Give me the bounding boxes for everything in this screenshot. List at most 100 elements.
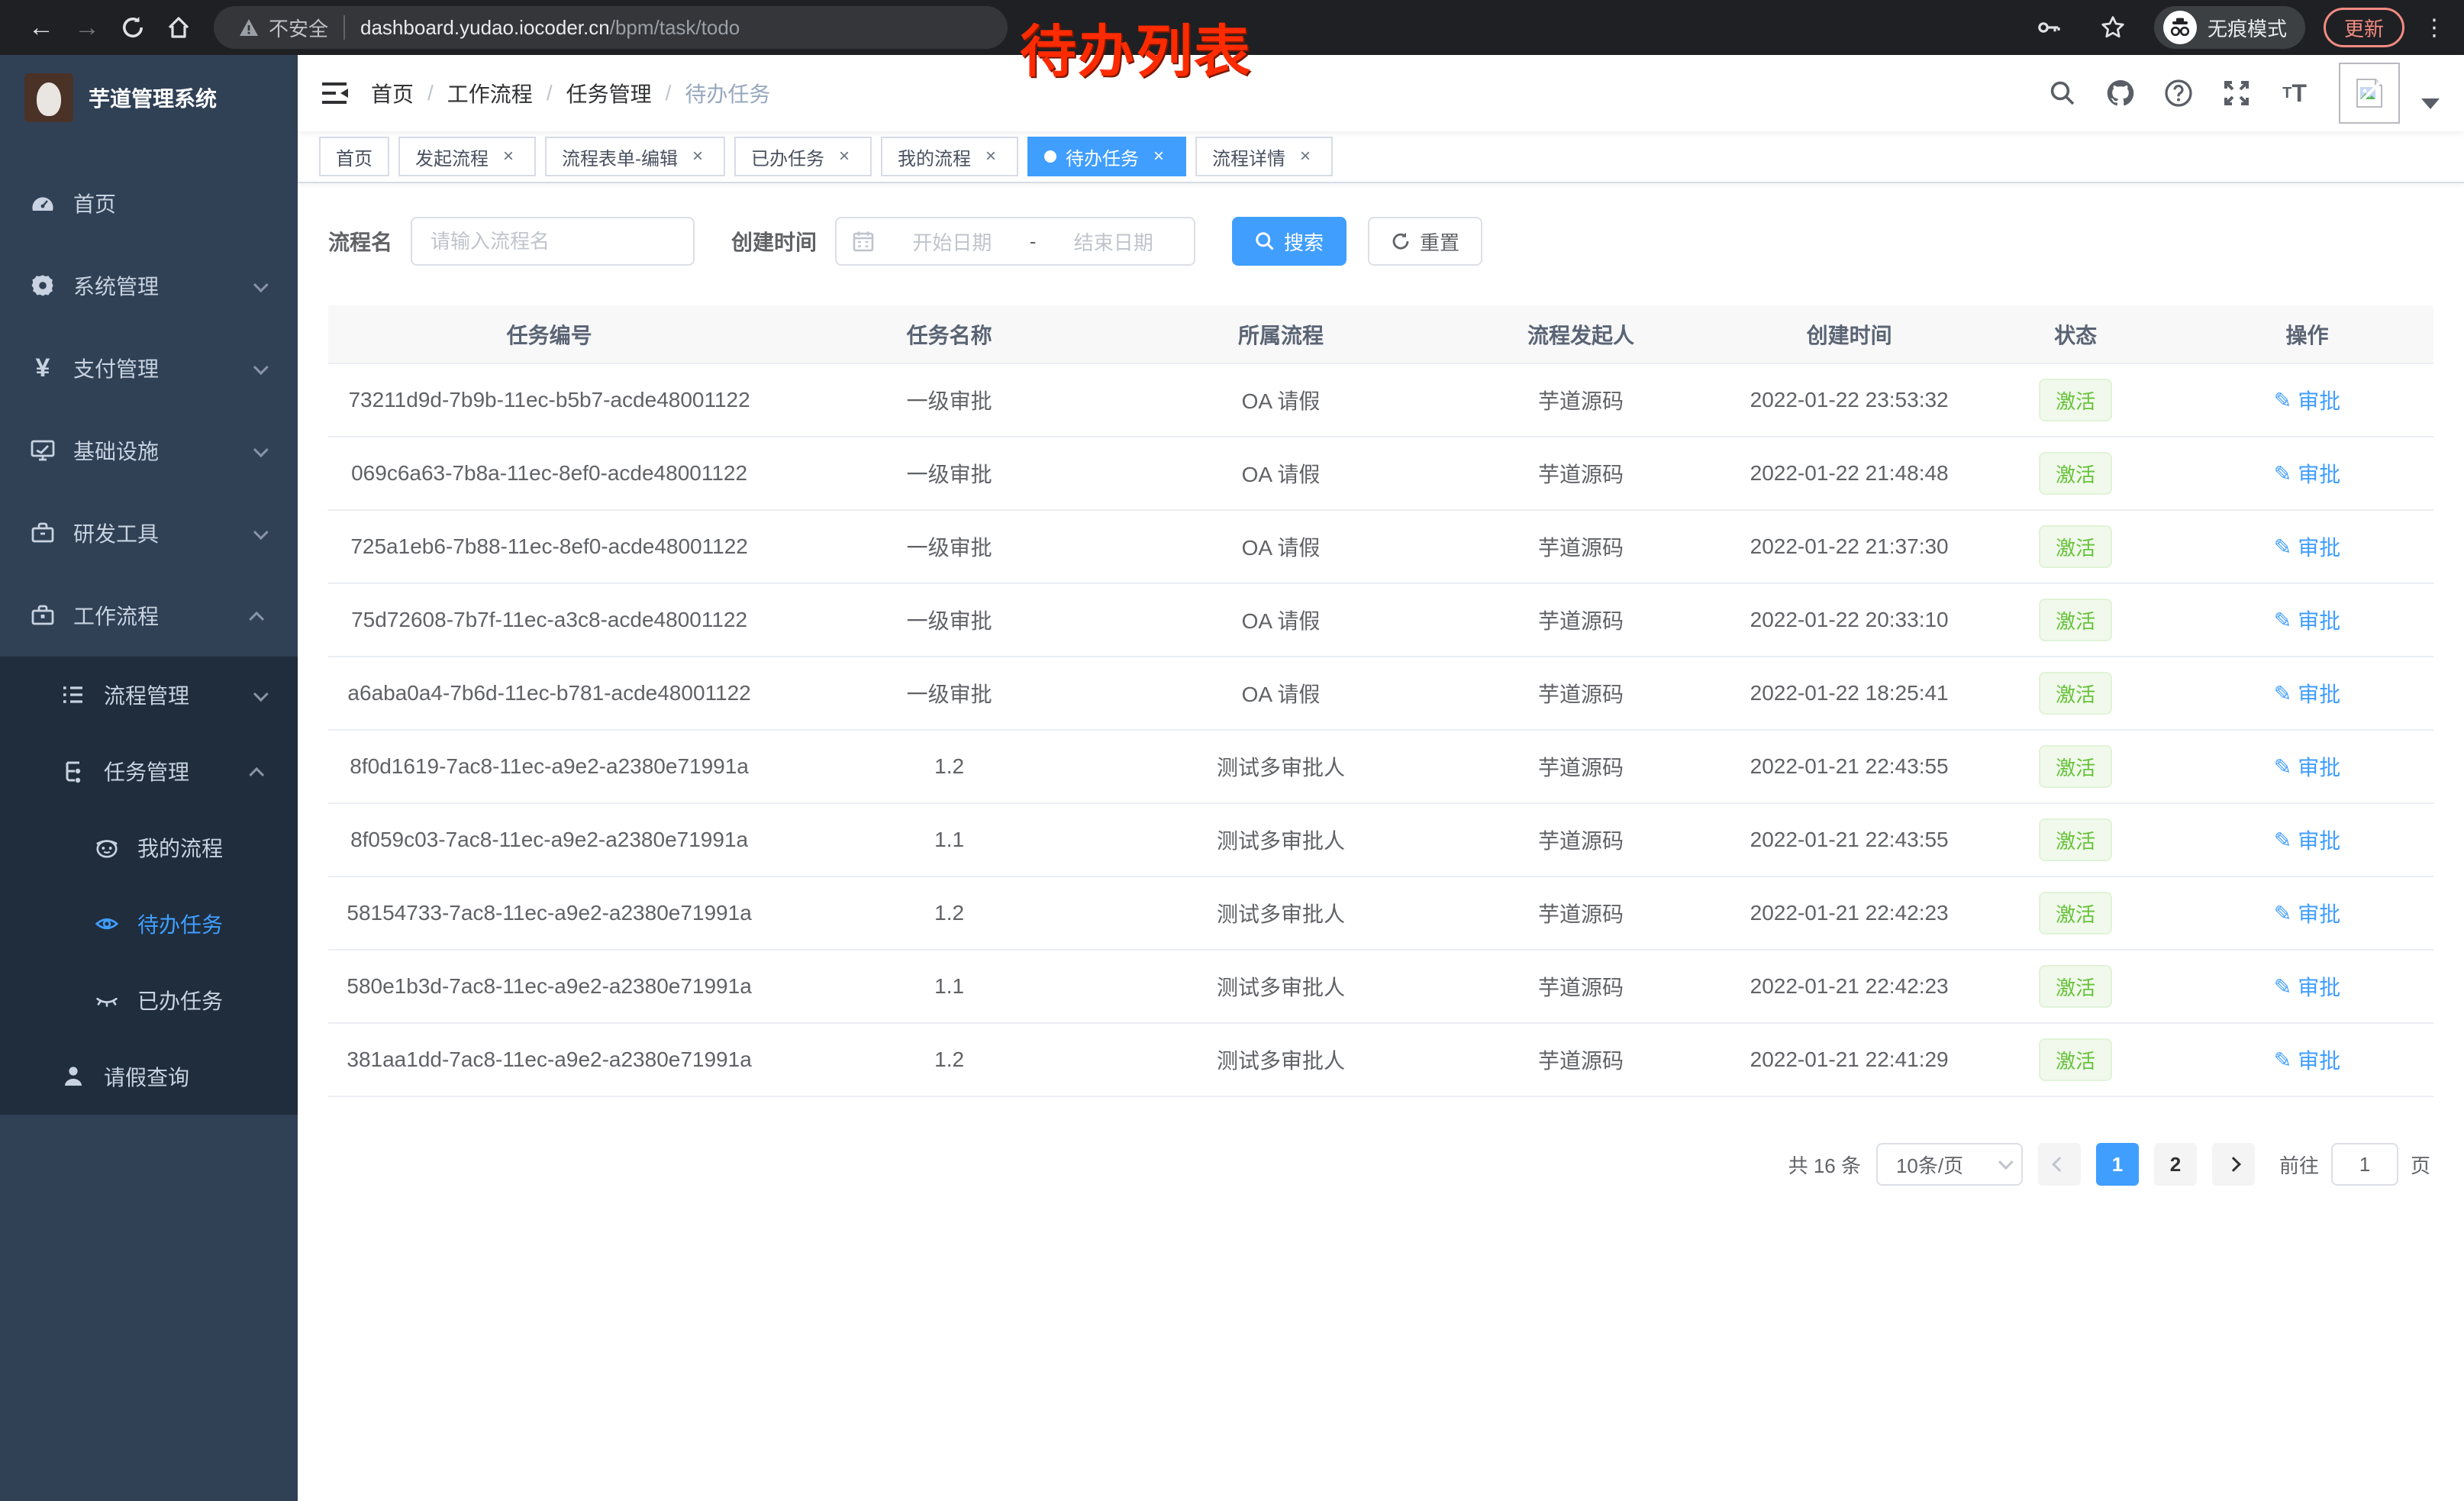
edit-icon: ✎ [2274,681,2291,706]
url-divider [343,15,345,40]
chevron-down-icon [253,360,269,375]
sidebar-item-infra[interactable]: 基础设施 [0,409,298,492]
next-page-button[interactable] [2212,1143,2255,1186]
breadcrumb: 首页 / 工作流程 / 任务管理 / 待办任务 [371,78,770,108]
update-button[interactable]: 更新 [2324,8,2404,47]
sidebar-item-system[interactable]: 系统管理 [0,244,298,327]
approve-link[interactable]: ✎审批 [2274,678,2340,709]
app-logo[interactable]: 芋道管理系统 [0,55,298,140]
breadcrumb-l2[interactable]: 任务管理 [566,78,652,108]
tab-start-process[interactable]: 发起流程× [398,137,536,176]
sidebar-item-devtools[interactable]: 研发工具 [0,492,298,574]
help-icon[interactable] [2153,63,2204,124]
yen-icon: ¥ [31,356,55,380]
toolbox-icon [31,521,55,545]
date-range-picker[interactable]: 开始日期 - 结束日期 [835,217,1195,266]
chevron-down-icon [253,442,269,457]
approve-link[interactable]: ✎审批 [2274,605,2340,635]
address-bar[interactable]: 不安全 dashboard.yudao.iocoder.cn/bpm/task/… [214,6,1008,49]
chevron-down-icon [253,686,269,702]
approve-link[interactable]: ✎审批 [2274,1044,2340,1075]
approve-link[interactable]: ✎审批 [2274,531,2340,562]
table-row: 069c6a63-7b8a-11ec-8ef0-acde48001122一级审批… [328,437,2433,510]
close-icon[interactable]: × [980,146,1001,167]
tab-todo-tasks[interactable]: 待办任务× [1027,137,1186,176]
status-badge: 激活 [2039,892,2112,934]
font-size-icon[interactable]: TT [2269,63,2320,124]
page-button-2[interactable]: 2 [2154,1143,2197,1186]
sidebar-collapse-icon[interactable] [298,55,371,131]
browser-reload-icon[interactable] [110,5,156,50]
sidebar-item-task-mgmt[interactable]: 任务管理 [0,733,298,809]
status-badge: 激活 [2039,525,2112,568]
browser-back-icon[interactable]: ← [18,5,64,50]
approve-link[interactable]: ✎审批 [2274,971,2340,1002]
browser-forward-icon[interactable]: → [64,5,110,50]
col-header-task-name: 任务名称 [770,305,1128,363]
list-icon [61,683,85,707]
avatar-caret-icon[interactable] [2421,98,2440,109]
approve-link[interactable]: ✎审批 [2274,751,2340,782]
sidebar-item-leave-query[interactable]: 请假查询 [0,1038,298,1115]
goto-page-input[interactable] [2331,1143,2398,1186]
security-label[interactable]: 不安全 [269,14,328,42]
tab-form-edit[interactable]: 流程表单-编辑× [545,137,725,176]
end-date-placeholder[interactable]: 结束日期 [1048,228,1179,256]
approve-link[interactable]: ✎审批 [2274,385,2340,415]
reset-button[interactable]: 重置 [1368,217,1482,266]
page-button-1[interactable]: 1 [2096,1143,2139,1186]
sidebar-item-done-tasks[interactable]: 已办任务 [0,962,298,1038]
search-icon[interactable] [2037,63,2088,124]
browser-menu-icon[interactable]: ⋮ [2423,15,2446,41]
sidebar-item-workflow[interactable]: 工作流程 [0,574,298,657]
search-button[interactable]: 搜索 [1232,217,1346,266]
total-count: 共 16 条 [1788,1151,1861,1179]
browser-home-icon[interactable] [156,5,202,50]
page-size-select[interactable]: 10条/页 [1876,1143,2023,1186]
edit-icon: ✎ [2274,828,2291,853]
approve-link[interactable]: ✎审批 [2274,898,2340,928]
user-avatar[interactable] [2339,63,2400,124]
github-icon[interactable] [2095,63,2146,124]
close-icon[interactable]: × [1148,146,1169,167]
table-row: 725a1eb6-7b88-11ec-8ef0-acde48001122一级审批… [328,510,2433,583]
breadcrumb-l1[interactable]: 工作流程 [447,78,533,108]
fullscreen-icon[interactable] [2211,63,2262,124]
chevron-down-icon [1998,1154,2014,1170]
filter-bar: 流程名 创建时间 开始日期 - 结束日期 搜索 重置 [328,217,2433,266]
approve-link[interactable]: ✎审批 [2274,458,2340,489]
bookmark-star-icon[interactable] [2090,5,2136,50]
edit-icon: ✎ [2274,388,2291,413]
close-icon[interactable]: × [1295,146,1316,167]
table-row: a6aba0a4-7b6d-11ec-b781-acde48001122一级审批… [328,657,2433,730]
sidebar-item-home[interactable]: 首页 [0,162,298,244]
url-host: dashboard.yudao.iocoder.cn [360,16,610,40]
sidebar-item-process-mgmt[interactable]: 流程管理 [0,657,298,733]
sidebar-item-payment[interactable]: ¥ 支付管理 [0,327,298,409]
col-header-task-id: 任务编号 [328,305,770,363]
col-header-status: 状态 [1970,305,2181,363]
tab-process-detail[interactable]: 流程详情× [1195,137,1333,176]
edit-icon: ✎ [2274,534,2291,560]
tab-done-tasks[interactable]: 已办任务× [734,137,872,176]
edit-icon: ✎ [2274,461,2291,486]
start-date-placeholder[interactable]: 开始日期 [887,228,1018,256]
password-key-icon[interactable] [2026,5,2072,50]
tab-home[interactable]: 首页 [319,137,389,176]
top-navbar: 首页 / 工作流程 / 任务管理 / 待办任务 [298,55,2464,131]
close-icon[interactable]: × [498,146,519,167]
tags-view: 首页 发起流程× 流程表单-编辑× 已办任务× 我的流程× 待办任务× 流程详情… [298,131,2464,183]
sidebar-item-todo-tasks[interactable]: 待办任务 [0,886,298,962]
table-row: 75d72608-7b7f-11ec-a3c8-acde48001122一级审批… [328,583,2433,657]
prev-page-button[interactable] [2038,1143,2081,1186]
calendar-icon [852,230,875,253]
breadcrumb-home[interactable]: 首页 [371,78,414,108]
logo-avatar [24,73,73,122]
tab-my-process[interactable]: 我的流程× [881,137,1018,176]
process-name-input[interactable] [431,230,675,253]
table-row: 8f0d1619-7ac8-11ec-a9e2-a2380e71991a1.2测… [328,730,2433,803]
approve-link[interactable]: ✎审批 [2274,825,2340,855]
sidebar-item-my-process[interactable]: 我的流程 [0,809,298,886]
close-icon[interactable]: × [687,146,708,167]
close-icon[interactable]: × [834,146,855,167]
